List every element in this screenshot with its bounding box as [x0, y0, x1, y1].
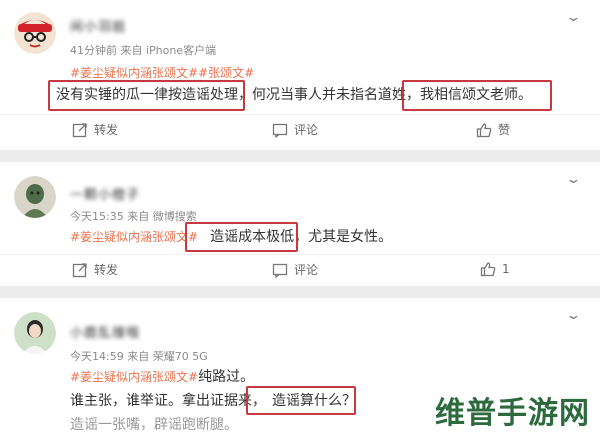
- user-avatar[interactable]: [14, 176, 56, 218]
- highlight-box: [185, 222, 298, 252]
- comment-text-line3: 造谣一张嘴，辟谣跑断腿。: [70, 416, 238, 434]
- like-button[interactable]: 赞: [476, 121, 510, 138]
- thumbs-up-icon: [476, 122, 492, 137]
- repost-icon: [72, 122, 87, 137]
- comment-meta: 今天15:35 来自 微博搜索: [70, 210, 197, 223]
- comment-button[interactable]: 评论: [272, 261, 318, 278]
- plain-text: 造谣一张嘴，辟谣跑断腿。: [70, 417, 238, 433]
- comment-meta: 41分钟前 来自 iPhone客户端: [70, 44, 217, 57]
- hashtag-link[interactable]: #姜尘疑似内涵张颂文#: [70, 230, 198, 244]
- plain-text: ，何况当事人并未指名道姓，: [238, 87, 420, 103]
- action-bar: 转发 评论 赞: [0, 114, 600, 145]
- like-button[interactable]: 1: [480, 261, 510, 277]
- repost-button[interactable]: 转发: [72, 121, 118, 138]
- watermark-logo: 维普手游网: [435, 396, 590, 431]
- repost-button[interactable]: 转发: [72, 261, 118, 278]
- like-count: 1: [502, 262, 510, 276]
- comment-icon: [272, 123, 288, 138]
- comment-label: 评论: [294, 263, 319, 277]
- repost-label: 转发: [94, 263, 119, 277]
- highlight-box: [246, 386, 356, 415]
- chevron-down-icon[interactable]: ⌄: [565, 10, 581, 25]
- repost-label: 转发: [94, 123, 119, 137]
- comment-button[interactable]: 评论: [272, 121, 318, 138]
- hashtag-link[interactable]: #姜尘疑似内涵张颂文##张颂文#: [70, 66, 254, 80]
- like-label: 赞: [498, 123, 511, 137]
- plain-text: 谁主张，谁举证。拿出证据来，: [70, 393, 266, 409]
- user-avatar[interactable]: [14, 12, 56, 54]
- username[interactable]: 小鹿乱撞哦: [70, 322, 140, 341]
- comment-card-1: 闲小羽姐 41分钟前 来自 iPhone客户端 ⌄ #姜尘疑似内涵张颂文##张颂…: [0, 0, 600, 150]
- plain-text: 纯路过。: [198, 369, 255, 385]
- comment-icon: [272, 263, 288, 278]
- comment-text: #姜尘疑似内涵张颂文#纯路过。: [70, 368, 254, 386]
- chevron-down-icon[interactable]: ⌄: [565, 308, 581, 323]
- hashtag-link[interactable]: #姜尘疑似内涵张颂文#: [70, 370, 198, 384]
- username[interactable]: 一颗小橙子: [70, 184, 140, 203]
- comment-meta: 今天14:59 来自 荣耀70 5G: [70, 350, 208, 363]
- comment-card-2: 一颗小橙子 今天15:35 来自 微博搜索 ⌄ #姜尘疑似内涵张颂文# 造谣成本极…: [0, 162, 600, 286]
- user-avatar[interactable]: [14, 312, 56, 354]
- plain-text: 尤其是女性。: [308, 229, 393, 245]
- repost-icon: [72, 262, 87, 277]
- highlight-box: [48, 80, 245, 111]
- username[interactable]: 闲小羽姐: [70, 16, 126, 35]
- comment-label: 评论: [294, 123, 319, 137]
- highlight-box: [402, 80, 552, 111]
- action-bar: 转发 评论 1: [0, 254, 600, 285]
- chevron-down-icon[interactable]: ⌄: [565, 172, 581, 187]
- thumbs-up-icon: [480, 262, 496, 277]
